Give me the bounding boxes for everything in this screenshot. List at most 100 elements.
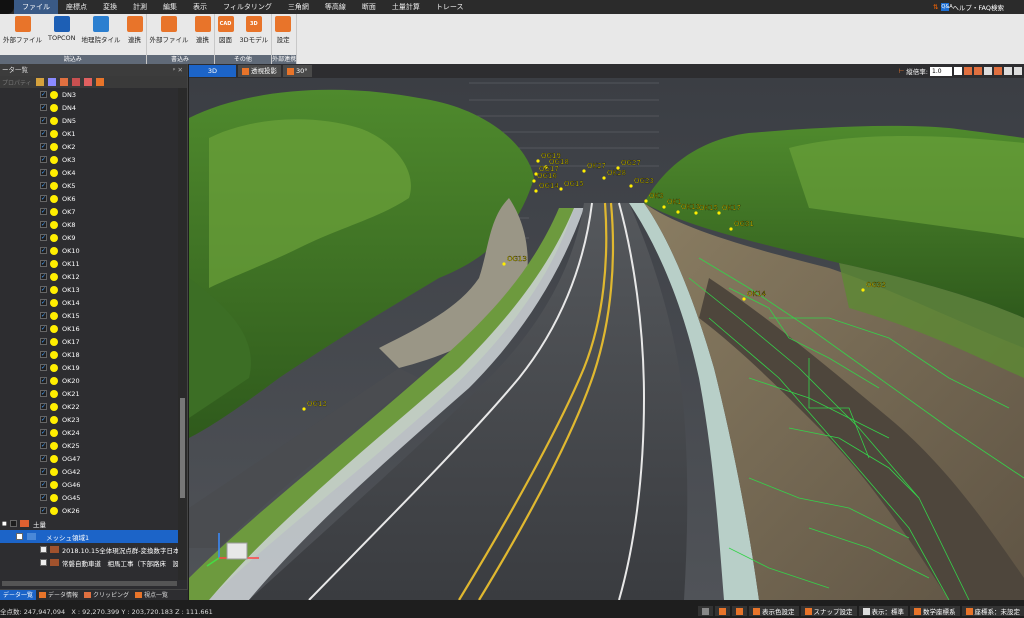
tree-item-point[interactable]: ✓ OG42 — [0, 465, 178, 478]
status-tool-1[interactable] — [715, 606, 730, 616]
survey-point-marker[interactable] — [861, 288, 865, 292]
visibility-checkbox[interactable]: ✓ — [40, 481, 47, 488]
mesh-checkbox[interactable] — [16, 533, 23, 540]
tree-item-point[interactable]: ✓ OK26 — [0, 504, 178, 517]
tree-item-point[interactable]: ✓ OK12 — [0, 270, 178, 283]
tab-perspective[interactable]: 透視投影 — [238, 65, 281, 77]
tab-3d[interactable]: 3D — [189, 65, 236, 77]
view-fit-icon[interactable] — [1004, 67, 1012, 75]
status-tool-2[interactable] — [732, 606, 747, 616]
visibility-checkbox[interactable]: ✓ — [40, 494, 47, 501]
ribbon-button-0-2[interactable]: 地理院タイル — [79, 16, 124, 44]
survey-point-marker[interactable] — [742, 297, 746, 301]
tree-item-point[interactable]: ✓ OK10 — [0, 244, 178, 257]
tree-item-point[interactable]: ✓ DN3 — [0, 88, 178, 101]
menu-item-8[interactable]: 等高線 — [317, 0, 354, 14]
tree-group-volume[interactable]: ■ 土量 — [0, 517, 178, 530]
ribbon-button-0-3[interactable]: 連携 — [124, 16, 146, 44]
ruler-icon[interactable]: ⊢ — [899, 67, 905, 75]
menu-item-4[interactable]: 編集 — [155, 0, 185, 14]
tree-item-point[interactable]: ✓ OG45 — [0, 491, 178, 504]
panel-tab-1[interactable]: データ情報 — [36, 590, 81, 600]
tree-item-point[interactable]: ✓ OK8 — [0, 218, 178, 231]
visibility-checkbox[interactable]: ✓ — [40, 403, 47, 410]
tree-item-point[interactable]: ✓ OK14 — [0, 296, 178, 309]
ribbon-button-1-0[interactable]: 外部ファイル — [147, 16, 192, 44]
tree-item-point[interactable]: ✓ OG47 — [0, 452, 178, 465]
visibility-checkbox[interactable]: ✓ — [40, 143, 47, 150]
visibility-checkbox[interactable]: ✓ — [40, 208, 47, 215]
visibility-checkbox[interactable]: ✓ — [40, 234, 47, 241]
ribbon-button-0-0[interactable]: 外部ファイル — [0, 16, 45, 44]
tree-item-point[interactable]: ✓ OK2 — [0, 140, 178, 153]
help-search[interactable]: ⇅ Q&A ヘルプ・FAQ検索 — [933, 2, 1004, 12]
delete-icon[interactable] — [83, 78, 92, 86]
status-button-0[interactable]: 表示色設定 — [749, 606, 799, 616]
survey-point-marker[interactable] — [644, 199, 648, 203]
tree-item-point[interactable]: ✓ OK13 — [0, 283, 178, 296]
tree-item-point[interactable]: ✓ OK4 — [0, 166, 178, 179]
menu-item-6[interactable]: フィルタリング — [215, 0, 280, 14]
survey-point-marker[interactable] — [717, 211, 721, 215]
collapse-icon[interactable]: ■ — [2, 521, 7, 527]
tree-item-point[interactable]: ✓ OK21 — [0, 387, 178, 400]
visibility-checkbox[interactable]: ✓ — [40, 312, 47, 319]
survey-point-marker[interactable] — [534, 189, 538, 193]
vertical-scale-input[interactable]: 1.0 — [930, 66, 952, 76]
filter-icon[interactable] — [71, 78, 80, 86]
visibility-checkbox[interactable]: ✓ — [40, 91, 47, 98]
3d-viewport[interactable]: OG19 OG18 OG17 OG16 OG15 OG14 OG13 OG12 OG31 OG32… — [189, 78, 1024, 600]
tree-item-layer[interactable]: 常磐自動車道 相馬工事（下部路床 設 — [0, 556, 178, 569]
status-tool-0[interactable] — [698, 606, 713, 616]
menu-item-1[interactable]: 座標点 — [58, 0, 95, 14]
tree-item-point[interactable]: ✓ OK11 — [0, 257, 178, 270]
point-cloud-scene[interactable]: OG19OG18OG17OG16OG15OG14OG13OG12OG31OG32… — [189, 78, 1024, 600]
survey-point-marker[interactable] — [676, 210, 680, 214]
help-label[interactable]: ヘルプ・FAQ検索 — [952, 2, 1004, 12]
ribbon-button-1-1[interactable]: 連携 — [192, 16, 214, 44]
visibility-checkbox[interactable]: ✓ — [40, 390, 47, 397]
ribbon-button-0-1[interactable]: TOPCON — [45, 16, 79, 42]
tree-item-point[interactable]: ✓ OK16 — [0, 322, 178, 335]
survey-point-marker[interactable] — [502, 262, 506, 266]
tree-item-point[interactable]: ✓ OK23 — [0, 413, 178, 426]
panel-close-icon[interactable]: ᵖ ✕ — [173, 64, 183, 76]
tree-item-point[interactable]: ✓ OK25 — [0, 439, 178, 452]
survey-point-marker[interactable] — [616, 166, 620, 170]
visibility-checkbox[interactable]: ✓ — [40, 169, 47, 176]
visibility-checkbox[interactable]: ✓ — [40, 377, 47, 384]
pen-icon[interactable] — [47, 78, 56, 86]
visibility-checkbox[interactable]: ✓ — [40, 416, 47, 423]
panel-tab-0[interactable]: データ一覧 — [0, 590, 37, 600]
menu-item-9[interactable]: 断面 — [354, 0, 384, 14]
tree-item-point[interactable]: ✓ OK6 — [0, 192, 178, 205]
tree-hscrollbar[interactable] — [2, 581, 177, 586]
menu-item-2[interactable]: 変換 — [95, 0, 125, 14]
view-top-icon[interactable] — [994, 67, 1002, 75]
tree-item-point[interactable]: ✓ OK15 — [0, 309, 178, 322]
visibility-checkbox[interactable]: ✓ — [40, 221, 47, 228]
survey-point-marker[interactable] — [662, 205, 666, 209]
visibility-checkbox[interactable]: ✓ — [40, 286, 47, 293]
survey-point-marker[interactable] — [694, 211, 698, 215]
visibility-checkbox[interactable]: ✓ — [40, 338, 47, 345]
sort-icon[interactable] — [59, 78, 68, 86]
tree-item-point[interactable]: ✓ DN5 — [0, 114, 178, 127]
tree-item-point[interactable]: ✓ OG46 — [0, 478, 178, 491]
export-icon[interactable] — [95, 78, 104, 86]
visibility-checkbox[interactable]: ✓ — [40, 195, 47, 202]
tree-item-point[interactable]: ✓ OK17 — [0, 335, 178, 348]
menu-item-0[interactable]: ファイル — [14, 0, 58, 14]
survey-point-marker[interactable] — [582, 169, 586, 173]
layer-checkbox[interactable] — [40, 546, 47, 553]
survey-point-marker[interactable] — [602, 176, 606, 180]
tree-item-point[interactable]: ✓ OK3 — [0, 153, 178, 166]
visibility-checkbox[interactable]: ✓ — [40, 351, 47, 358]
status-button-2[interactable]: 表示：標準 — [858, 606, 908, 616]
survey-point-marker[interactable] — [302, 407, 306, 411]
survey-point-marker[interactable] — [532, 179, 536, 183]
panel-tab-2[interactable]: クリッピング — [81, 590, 132, 600]
survey-point-marker[interactable] — [729, 227, 733, 231]
tree-item-point[interactable]: ✓ OK9 — [0, 231, 178, 244]
fullscreen-icon[interactable] — [1014, 67, 1022, 75]
